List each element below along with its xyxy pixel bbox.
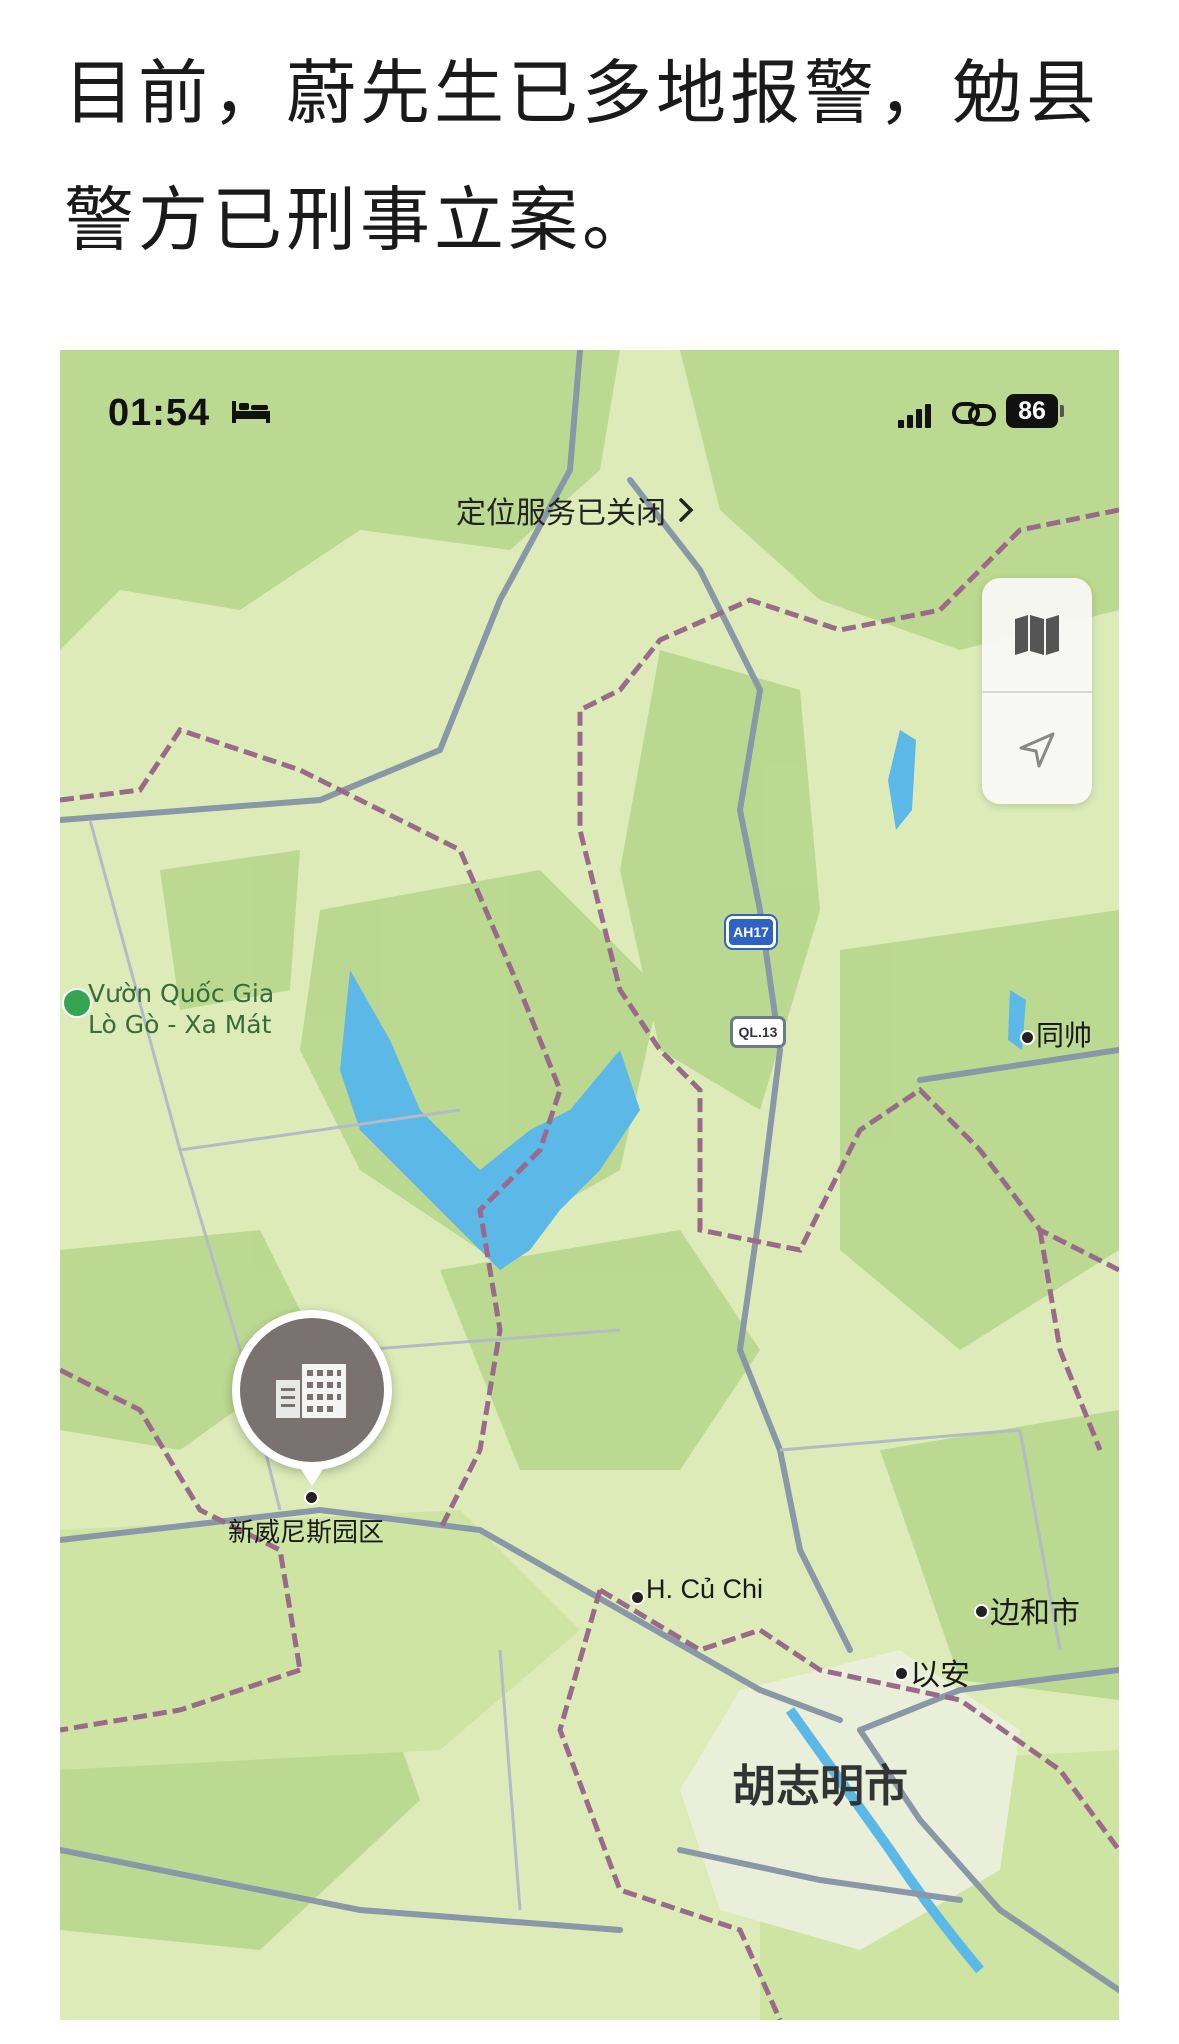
place-label: 边和市 [990,1596,1080,1631]
park-label-line-2: Lò Gò - Xa Mát [88,1010,272,1039]
status-bar: 01:54 86 [60,350,1119,440]
map-mode-button[interactable] [982,578,1092,691]
article-line-1: 目前，蔚先生已多地报警，勉县 [64,52,1100,134]
place-dot [304,1490,319,1505]
place-hcmc[interactable]: 胡志明市 [732,1750,908,1814]
park-label-line-1: Vườn Quốc Gia [88,979,275,1008]
place-label: 胡志明市 [732,1761,908,1812]
place-dot [1020,1030,1035,1045]
location-banner-text: 定位服务已关闭 [456,496,666,531]
place-dot [974,1604,989,1619]
place-label: 新威尼斯园区 [228,1518,385,1548]
battery-indicator: 86 [1006,394,1064,428]
map-icon [1015,614,1059,655]
article-line-2: 警方已刑事立案。 [64,179,656,261]
bed-icon [232,401,270,423]
article-paragraph: 目前，蔚先生已多地报警，勉县 警方已刑事立案。 [64,30,1144,284]
pin-body [240,1318,384,1462]
signal-icon [898,404,931,428]
park-label[interactable]: Vườn Quốc Gia Lò Gò - Xa Mát [88,978,274,1040]
location-arrow-icon [1019,732,1055,767]
place-label: 同帅 [1036,1019,1093,1052]
place-dot [630,1590,645,1605]
pin-tail [299,1466,325,1486]
map-controls [982,578,1092,804]
chevron-right-icon [679,498,694,522]
place-dot [894,1666,909,1681]
location-services-banner[interactable]: 定位服务已关闭 [456,488,694,532]
route-shield-ah17: AH17 [724,914,778,950]
status-time: 01:54 [108,392,211,434]
map-canvas[interactable] [60,350,1119,2020]
place-label: H. Củ Chi [646,1574,764,1604]
building-icon [276,1364,346,1418]
locate-me-button[interactable] [982,693,1092,806]
location-pin[interactable] [232,1310,392,1470]
place-label: 以安 [910,1658,970,1693]
route-shield-ql13: QL.13 [730,1016,786,1048]
map-screenshot: 01:54 86 定位服务已关闭 AH17 QL.13 Vườn Quốc Gi… [60,350,1119,2020]
link-icon [952,402,996,426]
